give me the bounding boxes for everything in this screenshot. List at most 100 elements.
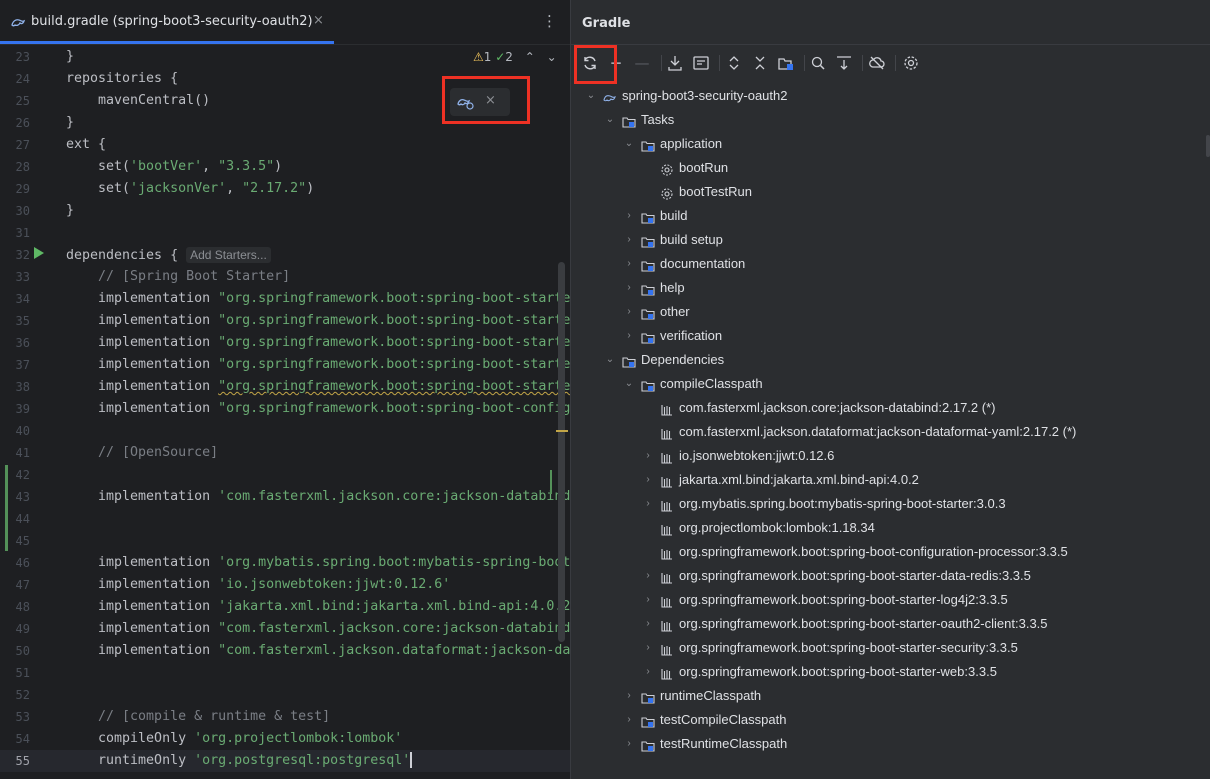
tree-item-label: org.springframework.boot:spring-boot-sta… — [679, 664, 997, 679]
chevron-right-icon[interactable]: › — [623, 204, 635, 228]
chevron-down-icon[interactable]: ⌄ — [585, 84, 597, 108]
warning-marker — [556, 430, 568, 432]
line-number: 31 — [15, 226, 30, 240]
chevron-right-icon[interactable]: › — [642, 564, 654, 588]
chevron-right-icon[interactable]: › — [623, 732, 635, 756]
gradle-icon — [603, 89, 617, 103]
chevron-down-icon[interactable]: ⌄ — [604, 348, 616, 372]
chevron-right-icon[interactable]: › — [623, 708, 635, 732]
tree-item[interactable]: › org.mybatis.spring.boot:mybatis-spring-… — [571, 492, 1201, 516]
toolbar-separator — [895, 55, 896, 71]
tree-item-label: org.springframework.boot:spring-boot-sta… — [679, 568, 1031, 583]
tree-item[interactable]: org.springframework.boot:spring-boot-con… — [571, 540, 1201, 564]
library-icon — [660, 521, 674, 536]
editor-scrollbar[interactable] — [558, 262, 565, 642]
chevron-right-icon[interactable]: › — [642, 444, 654, 468]
chevron-right-icon[interactable]: › — [642, 612, 654, 636]
tree-scrollbar[interactable] — [1206, 135, 1210, 157]
settings-icon[interactable] — [901, 53, 921, 73]
tree-item[interactable]: › io.jsonwebtoken:jjwt:0.12.6 — [571, 444, 1201, 468]
tree-item[interactable]: ⌄ Tasks — [571, 108, 1201, 132]
chevron-right-icon[interactable]: › — [623, 324, 635, 348]
tree-item[interactable]: › other — [571, 300, 1201, 324]
tab-close-icon[interactable]: × — [313, 13, 324, 28]
code-line: implementation "org.springframework.boot… — [66, 379, 570, 394]
tree-item-label: spring-boot3-security-oauth2 — [622, 88, 788, 103]
chevron-right-icon[interactable]: › — [623, 300, 635, 324]
open-config-icon[interactable] — [691, 53, 711, 73]
tree-item[interactable]: › org.springframework.boot:spring-boot-st… — [571, 612, 1201, 636]
highlight-box — [574, 45, 617, 84]
tree-item[interactable]: com.fasterxml.jackson.dataformat:jackson… — [571, 420, 1201, 444]
tree-item[interactable]: › runtimeClasspath — [571, 684, 1201, 708]
tree-item[interactable]: ⌄ application — [571, 132, 1201, 156]
tab-build-gradle[interactable]: build.gradle (spring-boot3-security-oaut… — [0, 0, 334, 44]
tree-item[interactable]: › build — [571, 204, 1201, 228]
library-icon — [660, 545, 674, 560]
tree-item[interactable]: › org.springframework.boot:spring-boot-st… — [571, 636, 1201, 660]
line-number: 34 — [15, 292, 30, 306]
tree-item[interactable]: ⌄ Dependencies — [571, 348, 1201, 372]
collapse-all-icon[interactable] — [750, 53, 770, 73]
tree-item[interactable]: › verification — [571, 324, 1201, 348]
chevron-down-icon[interactable]: ⌄ — [623, 132, 635, 156]
code-line: implementation "org.springframework.boot… — [66, 313, 570, 328]
chevron-right-icon[interactable]: › — [642, 468, 654, 492]
analyze-icon[interactable] — [808, 53, 828, 73]
folder-icon — [622, 353, 636, 368]
tree-item[interactable]: › testCompileClasspath — [571, 708, 1201, 732]
remove-icon[interactable]: — — [632, 53, 652, 73]
line-number: 29 — [15, 182, 30, 196]
tree-item[interactable]: › org.springframework.boot:spring-boot-st… — [571, 660, 1201, 684]
library-icon — [660, 449, 674, 464]
tree-item[interactable]: bootTestRun — [571, 180, 1201, 204]
code-line: implementation "org.springframework.boot… — [66, 335, 570, 350]
tree-item[interactable]: ⌄ compileClasspath — [571, 372, 1201, 396]
offline-icon[interactable] — [867, 53, 887, 73]
tree-item[interactable]: › jakarta.xml.bind:jakarta.xml.bind-api:4… — [571, 468, 1201, 492]
tree-item[interactable]: ⌄ spring-boot3-security-oauth2 — [571, 84, 1201, 108]
chevron-right-icon[interactable]: › — [642, 636, 654, 660]
tree-item[interactable]: › org.springframework.boot:spring-boot-st… — [571, 564, 1201, 588]
expand-all-icon[interactable] — [724, 53, 744, 73]
tree-item[interactable]: › org.springframework.boot:spring-boot-st… — [571, 588, 1201, 612]
library-icon — [660, 617, 674, 632]
code-editor[interactable]: build.gradle (spring-boot3-security-oaut… — [0, 0, 570, 779]
chevron-right-icon[interactable]: › — [642, 660, 654, 684]
line-number: 24 — [15, 72, 30, 86]
ok-count: 2 — [505, 50, 513, 64]
run-icon[interactable] — [34, 247, 44, 259]
more-options-icon[interactable]: ⋮ — [542, 12, 557, 30]
link-project-icon[interactable] — [776, 53, 796, 73]
inspection-widget[interactable]: ⚠1 ✓2 ⌃ ⌄ — [473, 50, 557, 64]
tree-item[interactable]: bootRun — [571, 156, 1201, 180]
tree-item[interactable]: › help — [571, 276, 1201, 300]
chevron-right-icon[interactable]: › — [623, 276, 635, 300]
tree-item[interactable]: org.projectlombok:lombok:1.18.34 — [571, 516, 1201, 540]
tree-item[interactable]: › build setup — [571, 228, 1201, 252]
code-line: implementation 'com.fasterxml.jackson.co… — [66, 489, 570, 504]
chevron-right-icon[interactable]: › — [623, 228, 635, 252]
previous-highlight-icon[interactable]: ⌃ — [525, 50, 535, 64]
tree-item[interactable]: com.fasterxml.jackson.core:jackson-datab… — [571, 396, 1201, 420]
tree-item-label: application — [660, 136, 723, 151]
line-number: 37 — [15, 358, 30, 372]
chevron-down-icon[interactable]: ⌄ — [623, 372, 635, 396]
chevron-right-icon[interactable]: › — [642, 492, 654, 516]
line-number: 49 — [15, 622, 30, 636]
library-icon — [660, 641, 674, 656]
chevron-right-icon[interactable]: › — [642, 588, 654, 612]
download-icon[interactable] — [665, 53, 685, 73]
next-highlight-icon[interactable]: ⌄ — [547, 50, 557, 64]
chevron-down-icon[interactable]: ⌄ — [604, 108, 616, 132]
toolbar-separator — [719, 55, 720, 71]
library-icon — [660, 473, 674, 488]
chevron-right-icon[interactable]: › — [623, 252, 635, 276]
tree-item[interactable]: › documentation — [571, 252, 1201, 276]
code-line: } — [66, 49, 75, 64]
toggle-icon[interactable] — [834, 53, 854, 73]
chevron-right-icon[interactable]: › — [623, 684, 635, 708]
tree-item[interactable]: › testRuntimeClasspath — [571, 732, 1201, 756]
library-icon — [660, 593, 674, 608]
add-starters-button[interactable]: Add Starters... — [186, 247, 271, 263]
